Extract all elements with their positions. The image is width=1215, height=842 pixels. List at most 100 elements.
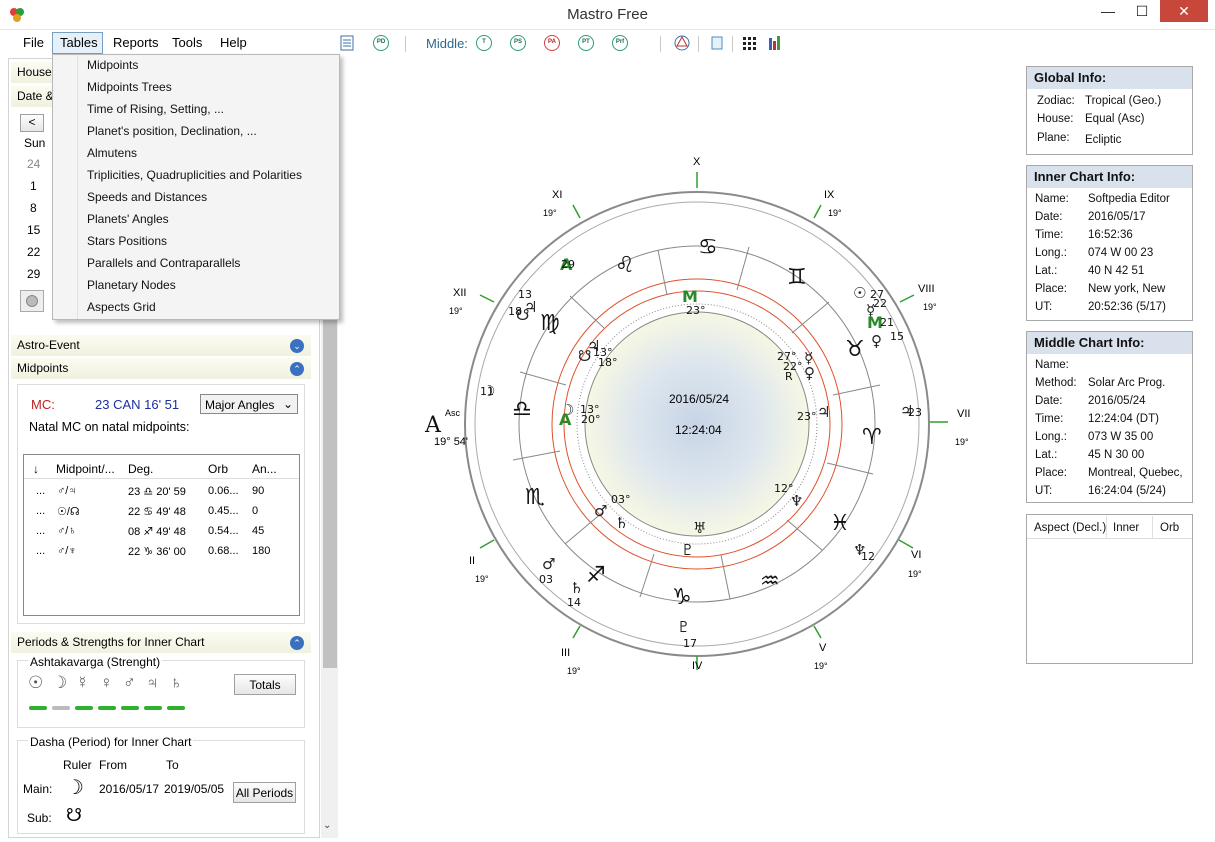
calendar-day[interactable]: 8 [30, 201, 37, 215]
pa-chart-icon[interactable]: PA [544, 35, 560, 51]
mc-label: MC: [31, 397, 55, 412]
menu-item-aspects-grid[interactable]: Aspects Grid [87, 300, 156, 314]
info-value: Equal (Asc) [1085, 113, 1145, 125]
column-header[interactable]: Aspect (Decl.) [1034, 522, 1106, 534]
planet-jupiter-icon: ♃ [817, 403, 830, 421]
notes-icon[interactable] [340, 35, 354, 51]
column-header[interactable]: Deg. [128, 462, 153, 476]
chevron-down-icon[interactable]: ⌄ [290, 339, 304, 353]
planet-mars-icon: ♂ [123, 673, 136, 692]
south-node-icon: ☋ [578, 347, 591, 365]
astro-chart-wheel[interactable]: ♋ ♌ ♊ ♍ ♉ ♎ ♈ ♏ ♓ ♐ ♒ ♑ ☉ ☿ ♀ ♃ ♆ ♂ ♄ ♇ … [410, 150, 970, 690]
menu-item-speeds[interactable]: Speeds and Distances [87, 190, 207, 204]
ps-chart-icon[interactable]: PS [510, 35, 526, 51]
strength-bar [75, 706, 93, 710]
scroll-down-icon[interactable]: ⌄ [323, 820, 331, 831]
calendar-day[interactable]: 29 [27, 267, 40, 281]
column-header[interactable]: Orb [208, 462, 228, 476]
planet-saturn-icon: ♄ [615, 514, 628, 532]
menu-tools[interactable]: Tools [172, 35, 202, 50]
asc-degree: 19° 54' [434, 436, 469, 448]
chevron-up-icon[interactable]: ⌃ [290, 362, 304, 376]
all-periods-button[interactable]: All Periods [233, 782, 296, 803]
column-header[interactable]: Inner [1113, 522, 1139, 534]
menu-item-stars-positions[interactable]: Stars Positions [87, 234, 167, 248]
chevron-up-icon[interactable]: ⌃ [290, 636, 304, 650]
menu-help[interactable]: Help [220, 35, 247, 50]
planet-saturn-icon: ♄ [170, 673, 183, 692]
close-button[interactable]: ✕ [1160, 0, 1208, 22]
info-key: Lat.: [1035, 265, 1058, 277]
menu-file[interactable]: File [23, 35, 44, 50]
menu-reports[interactable]: Reports [113, 35, 159, 50]
midpoints-header[interactable]: Midpoints [11, 358, 311, 379]
angles-select[interactable]: Major Angles ⌄ [200, 394, 298, 414]
house-label: XII [453, 287, 467, 299]
main-from: 2016/05/17 [99, 782, 160, 796]
menu-item-planetary-nodes[interactable]: Planetary Nodes [87, 278, 176, 292]
moon-icon: ☽ [66, 777, 84, 799]
menu-tables[interactable]: Tables [60, 35, 98, 50]
info-key: UT: [1035, 485, 1053, 497]
column-header[interactable]: ↓ [33, 462, 39, 476]
menu-item-almutens[interactable]: Almutens [87, 146, 137, 160]
menu-item-triplicities[interactable]: Triplicities, Quadruplicities and Polari… [87, 168, 302, 182]
prf-chart-icon[interactable]: Prf [612, 35, 628, 51]
house-degree: 19° [955, 437, 969, 447]
calendar-day[interactable]: 24 [27, 157, 40, 171]
info-value: 12:24:04 (DT) [1088, 413, 1159, 425]
info-key: Time: [1035, 229, 1064, 241]
column-header[interactable]: An... [252, 462, 277, 476]
aspect-wheel-icon[interactable] [674, 35, 690, 51]
grid-icon[interactable] [743, 37, 756, 50]
bar-chart-icon[interactable] [768, 35, 782, 50]
t-chart-icon[interactable]: T [476, 35, 492, 51]
panel-title: Middle Chart Info: [1027, 332, 1192, 354]
pd-chart-icon[interactable]: PD [373, 35, 389, 51]
menu-item-parallels[interactable]: Parallels and Contraparallels [87, 256, 240, 270]
planet-jupiter-icon: ♃ [146, 673, 159, 692]
minimize-button[interactable]: — [1091, 0, 1125, 22]
column-header[interactable]: Midpoint/... [56, 462, 115, 476]
svg-text:13: 13 [518, 288, 532, 301]
ashtakavarga-label: Ashtakavarga (Strenght) [28, 655, 163, 669]
sign-capricorn-icon: ♑ [672, 585, 692, 610]
menu-item-planet-position[interactable]: Planet's position, Declination, ... [87, 124, 257, 138]
from-label: From [99, 758, 127, 772]
house-label: IX [824, 189, 835, 201]
menu-item-time-of-rising[interactable]: Time of Rising, Setting, ... [87, 102, 224, 116]
column-header[interactable]: Orb [1160, 522, 1179, 534]
calendar-day[interactable]: 15 [27, 223, 40, 237]
table-cell: 22 ♑ 36' 00 [128, 546, 186, 558]
info-key: Name: [1035, 193, 1069, 205]
sign-aries-icon: ♈ [862, 425, 882, 450]
calendar-day[interactable]: 22 [27, 245, 40, 259]
maximize-button[interactable]: ☐ [1125, 0, 1159, 22]
planet-saturn-icon: ♄ [570, 579, 583, 597]
svg-text:23°: 23° [797, 410, 817, 423]
table-cell: 0.45... [208, 505, 239, 517]
table-cell: ... [36, 525, 46, 537]
house-label: VII [957, 408, 971, 420]
svg-text:18°: 18° [598, 356, 618, 369]
column-divider [1106, 516, 1107, 538]
today-button[interactable] [20, 290, 44, 312]
planet-venus-icon: ♀ [100, 673, 113, 692]
sign-sagittarius-icon: ♐ [586, 563, 606, 588]
menu-item-midpoints[interactable]: Midpoints [87, 58, 138, 72]
menu-item-planets-angles[interactable]: Planets' Angles [87, 212, 169, 226]
periods-header[interactable]: Periods & Strengths for Inner Chart [11, 632, 311, 653]
totals-button[interactable]: Totals [234, 674, 296, 695]
asc-label: Asc [445, 408, 461, 418]
astro-event-header[interactable]: Astro-Event [11, 335, 311, 356]
calendar-day[interactable]: 1 [30, 179, 37, 193]
table-cell: ... [36, 545, 46, 557]
planet-uranus-icon: ♅ [693, 519, 706, 537]
house-degree: 19° [449, 306, 463, 316]
pt-chart-icon[interactable]: PT [578, 35, 594, 51]
menu-item-midpoints-trees[interactable]: Midpoints Trees [87, 80, 172, 94]
house-degree: 19° [567, 666, 581, 676]
print-icon[interactable] [710, 35, 724, 51]
strength-bar [121, 706, 139, 710]
prev-month-button[interactable]: < [20, 114, 44, 132]
